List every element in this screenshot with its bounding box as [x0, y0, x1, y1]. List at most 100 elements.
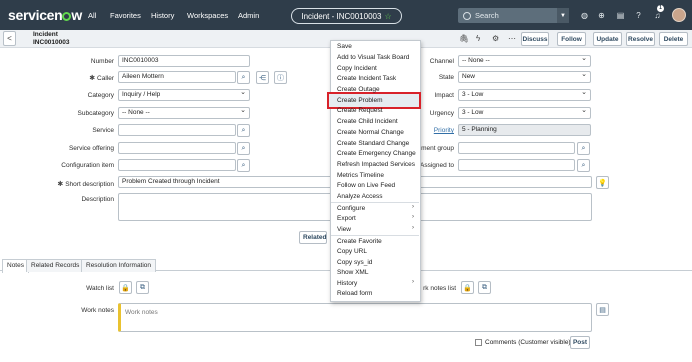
globe-icon[interactable]: ◍: [580, 11, 589, 20]
menu-item-copy-url[interactable]: Copy URL: [337, 248, 367, 255]
category-label: Category: [87, 92, 114, 99]
assignment-group-lookup-search-icon[interactable]: ⌕: [577, 142, 590, 155]
description-label: Description: [81, 196, 114, 203]
number-label: Number: [90, 58, 114, 65]
service-offering-field[interactable]: [118, 142, 236, 154]
service-label: Service: [92, 127, 114, 134]
work-notes-list-lock-icon[interactable]: 🔒: [461, 281, 474, 294]
service-offering-lookup-search-icon[interactable]: ⌕: [237, 142, 250, 155]
menu-item-analyze-access[interactable]: Analyze Access: [337, 193, 383, 200]
menu-item-show-xml[interactable]: Show XML: [337, 269, 368, 276]
menu-item-export[interactable]: Export: [337, 215, 356, 222]
menu-item-refresh-impacted-services[interactable]: Refresh Impacted Services: [337, 161, 415, 168]
menu-item-create-request[interactable]: Create Request: [337, 107, 383, 114]
record-pill-label: Incident - INC0010003: [301, 11, 382, 21]
nav-favorites[interactable]: Favorites: [110, 11, 141, 20]
menu-item-create-incident-task[interactable]: Create Incident Task: [337, 75, 396, 82]
chat-icon[interactable]: ▤: [616, 11, 625, 20]
servicenow-logo[interactable]: servicen w: [8, 7, 82, 23]
menu-item-create-problem[interactable]: Create Problem: [337, 97, 383, 104]
suggestion-lightbulb-icon[interactable]: 💡: [596, 176, 609, 189]
menu-item-follow-on-live-feed[interactable]: Follow on Live Feed: [337, 182, 395, 189]
settings-icon[interactable]: ⚙: [492, 34, 499, 43]
tab-resolution-information[interactable]: Resolution Information: [81, 259, 157, 272]
star-icon[interactable]: ☆: [384, 12, 391, 21]
form-title-table: Incident: [33, 31, 58, 38]
discuss-button[interactable]: Discuss: [521, 32, 549, 46]
menu-item-create-outage[interactable]: Create Outage: [337, 86, 380, 93]
nav-all[interactable]: All: [88, 11, 96, 20]
follow-button[interactable]: Follow: [557, 32, 586, 46]
search-scope-dropdown-icon[interactable]: ▼: [557, 8, 569, 23]
watch-list-add-me-icon[interactable]: ⧉: [136, 281, 149, 294]
top-navigation-bar: servicen w All Favorites History Workspac…: [0, 0, 692, 30]
chevron-right-icon: ›: [412, 204, 414, 210]
tab-notes[interactable]: Notes: [2, 259, 29, 273]
menu-item-configure[interactable]: Configure: [337, 205, 365, 212]
work-notes-template-icon[interactable]: ▤: [596, 303, 609, 316]
work-notes-textarea[interactable]: Work notes: [118, 303, 592, 332]
menu-item-save[interactable]: Save: [337, 43, 352, 50]
service-offering-label: Service offering: [68, 145, 114, 152]
watch-list-label: Watch list: [86, 285, 114, 292]
comments-customer-visible-checkbox[interactable]: [475, 339, 482, 346]
nav-history[interactable]: History: [151, 11, 174, 20]
caller-info-icon[interactable]: ⓘ: [274, 71, 287, 84]
watch-list-lock-icon[interactable]: 🔒: [119, 281, 132, 294]
state-select[interactable]: New: [458, 71, 591, 83]
tab-related-records[interactable]: Related Records: [26, 259, 85, 272]
work-notes-list-label: rk notes list: [423, 285, 456, 292]
update-button[interactable]: Update: [593, 32, 622, 46]
category-select[interactable]: Inquiry / Help: [118, 89, 250, 101]
resolve-button[interactable]: Resolve: [626, 32, 655, 46]
menu-item-view[interactable]: View: [337, 226, 351, 233]
menu-item-create-standard-change[interactable]: Create Standard Change: [337, 140, 409, 147]
menu-item-metrics-timeline[interactable]: Metrics Timeline: [337, 172, 384, 179]
scope-icon[interactable]: ⊕: [597, 11, 606, 20]
caller-label: ✱ Caller: [30, 74, 114, 82]
menu-item-create-normal-change[interactable]: Create Normal Change: [337, 129, 404, 136]
caller-lookup-search-icon[interactable]: ⌕: [237, 71, 250, 84]
menu-item-history[interactable]: History: [337, 280, 357, 287]
help-icon[interactable]: ?: [634, 11, 643, 20]
channel-select[interactable]: -- None --: [458, 55, 591, 67]
post-button[interactable]: Post: [570, 336, 590, 349]
menu-item-create-favorite[interactable]: Create Favorite: [337, 238, 382, 245]
service-field[interactable]: [118, 124, 236, 136]
form-title: Incident INC0010003: [33, 31, 70, 47]
menu-item-add-to-visual-task-board[interactable]: Add to Visual Task Board: [337, 54, 409, 61]
configuration-item-lookup-search-icon[interactable]: ⌕: [237, 159, 250, 172]
work-notes-list-add-me-icon[interactable]: ⧉: [478, 281, 491, 294]
user-avatar[interactable]: [672, 8, 686, 22]
assigned-to-lookup-search-icon[interactable]: ⌕: [577, 159, 590, 172]
assignment-group-field[interactable]: [458, 142, 575, 154]
work-notes-label: Work notes: [81, 307, 114, 314]
assigned-to-field[interactable]: [458, 159, 575, 171]
back-button[interactable]: <: [3, 31, 16, 46]
caller-field[interactable]: Aileen Mottern: [118, 71, 236, 83]
urgency-select[interactable]: 3 - Low: [458, 107, 591, 119]
menu-item-create-child-incident[interactable]: Create Child Incident: [337, 118, 398, 125]
caller-tree-icon[interactable]: ⋲: [256, 71, 269, 84]
configuration-item-field[interactable]: [118, 159, 236, 171]
menu-item-copy-sys-id[interactable]: Copy sys_id: [337, 259, 372, 266]
comments-customer-visible-label: Comments (Customer visible): [485, 339, 571, 346]
menu-item-create-emergency-change[interactable]: Create Emergency Change: [337, 150, 416, 157]
menu-item-copy-incident[interactable]: Copy Incident: [337, 65, 377, 72]
impact-select[interactable]: 3 - Low: [458, 89, 591, 101]
related-button[interactable]: Related: [299, 231, 327, 244]
more-options-icon[interactable]: ⋯: [508, 34, 516, 43]
record-context-pill[interactable]: Incident - INC0010003 ☆: [291, 8, 402, 24]
subcategory-select[interactable]: -- None --: [118, 107, 250, 119]
bell-icon[interactable]: ♫: [653, 11, 662, 20]
delete-button[interactable]: Delete: [659, 32, 688, 46]
menu-item-reload-form[interactable]: Reload form: [337, 290, 372, 297]
service-lookup-search-icon[interactable]: ⌕: [237, 124, 250, 137]
nav-admin[interactable]: Admin: [238, 11, 259, 20]
search-input[interactable]: Search: [475, 11, 557, 20]
global-search[interactable]: Search ▼: [458, 8, 569, 23]
activity-icon[interactable]: ϟ: [476, 34, 480, 43]
attachment-icon[interactable]: 🖇: [459, 34, 469, 43]
nav-workspaces[interactable]: Workspaces: [187, 11, 228, 20]
number-field[interactable]: INC0010003: [118, 55, 250, 67]
